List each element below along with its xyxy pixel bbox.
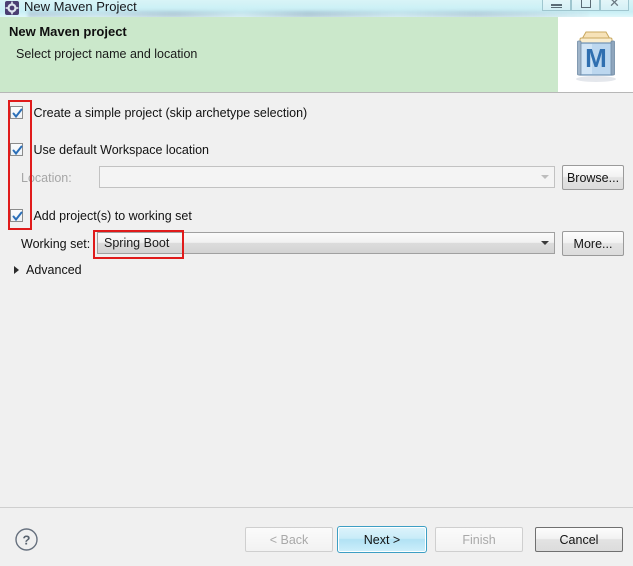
cancel-button[interactable]: Cancel: [535, 527, 623, 552]
maximize-icon: [580, 0, 591, 8]
simple-project-checkbox[interactable]: [10, 106, 23, 120]
simple-project-row[interactable]: Create a simple project (skip archetype …: [10, 104, 307, 122]
default-workspace-row[interactable]: Use default Workspace location: [10, 141, 209, 159]
advanced-label: Advanced: [26, 263, 82, 277]
finish-button: Finish: [435, 527, 523, 552]
default-workspace-label: Use default Workspace location: [33, 142, 210, 157]
minimize-button[interactable]: [542, 0, 571, 11]
dialog-footer: ? < Back Next > Finish Cancel: [0, 507, 633, 566]
back-button: < Back: [245, 527, 333, 552]
svg-text:M: M: [585, 43, 607, 73]
working-set-more-button[interactable]: More...: [562, 231, 624, 256]
add-working-set-row[interactable]: Add project(s) to working set: [10, 207, 192, 225]
browse-button[interactable]: Browse...: [562, 165, 624, 190]
close-button[interactable]: ✕: [600, 0, 629, 11]
working-set-label: Working set:: [21, 237, 91, 251]
add-working-set-label: Add project(s) to working set: [33, 208, 192, 223]
working-set-value: Spring Boot: [104, 236, 170, 250]
svg-text:?: ?: [23, 533, 31, 548]
wizard-body: Create a simple project (skip archetype …: [0, 93, 633, 507]
page-title: New Maven project: [9, 24, 127, 39]
maximize-button[interactable]: [571, 0, 600, 11]
page-subtitle: Select project name and location: [16, 47, 198, 61]
eclipse-wizard-icon: [5, 1, 19, 15]
next-button[interactable]: Next >: [337, 526, 427, 553]
close-icon: ✕: [609, 0, 620, 10]
new-maven-project-dialog: New Maven Project ✕ New Maven project Se…: [0, 0, 633, 566]
help-question-icon[interactable]: ?: [14, 527, 39, 557]
location-label: Location:: [21, 171, 72, 185]
window-title: New Maven Project: [24, 0, 137, 14]
working-set-combo[interactable]: Spring Boot: [97, 232, 555, 254]
simple-project-label: Create a simple project (skip archetype …: [33, 105, 308, 120]
title-bar: New Maven Project ✕: [0, 0, 633, 17]
default-workspace-checkbox[interactable]: [10, 143, 23, 157]
advanced-expander[interactable]: Advanced: [14, 263, 82, 277]
add-working-set-checkbox[interactable]: [10, 209, 23, 223]
wizard-header: New Maven project Select project name an…: [0, 17, 633, 93]
location-input[interactable]: [99, 166, 555, 188]
maven-banner-icon: M: [568, 23, 624, 88]
minimize-icon: [551, 4, 562, 8]
location-dropdown-arrow[interactable]: [536, 167, 554, 187]
window-controls: ✕: [542, 0, 629, 11]
banner-image-panel: M: [558, 17, 633, 92]
chevron-right-icon: [14, 266, 19, 274]
working-set-dropdown-arrow[interactable]: [536, 233, 554, 253]
